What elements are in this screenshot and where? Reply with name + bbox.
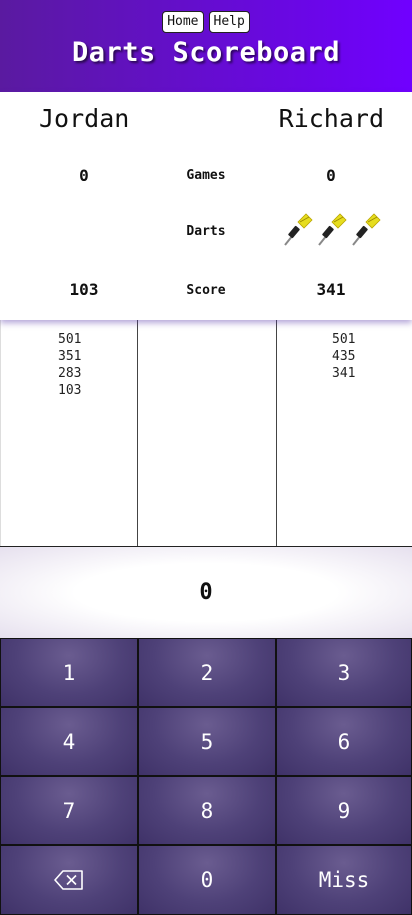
player2-name: Richard: [278, 104, 384, 133]
score-input-display: 0: [0, 546, 412, 638]
dart-icon: [284, 213, 313, 246]
dart-icon: [318, 213, 347, 246]
keypad: 1 2 3 4 5 6 7 8 9 0 Miss: [0, 638, 412, 915]
app-header: Home Help Darts Scoreboard: [0, 0, 412, 92]
dart-icon: [352, 213, 381, 246]
history-item: 283: [58, 366, 82, 381]
key-7[interactable]: 7: [0, 776, 138, 845]
history-item: 501: [58, 332, 82, 347]
key-1[interactable]: 1: [0, 638, 138, 707]
history-item: 435: [332, 349, 356, 364]
help-button[interactable]: Help: [208, 11, 250, 33]
player2-score: 341: [316, 280, 346, 299]
middle-history-column: [138, 320, 277, 546]
key-4[interactable]: 4: [0, 707, 138, 776]
key-6[interactable]: 6: [276, 707, 412, 776]
history-item: 351: [58, 349, 82, 364]
score-panel: Jordan Richard 0 Games 0 Darts 103 Score…: [0, 92, 412, 320]
key-2[interactable]: 2: [138, 638, 276, 707]
player2-history-list: 501 435 341: [332, 331, 355, 382]
player1-history-column: 501 351 283 103: [0, 320, 138, 546]
key-5[interactable]: 5: [138, 707, 276, 776]
home-button[interactable]: Home: [162, 11, 204, 33]
key-3[interactable]: 3: [276, 638, 412, 707]
darts-remaining: [282, 212, 382, 248]
backspace-icon: [54, 870, 83, 890]
history-item: 103: [58, 383, 82, 398]
key-9[interactable]: 9: [276, 776, 412, 845]
page-title: Darts Scoreboard: [71, 37, 341, 68]
nav-bar: Home Help: [162, 11, 250, 33]
history-item: 341: [332, 366, 356, 381]
score-history: 501 351 283 103 501 435 341: [0, 320, 412, 546]
key-0[interactable]: 0: [138, 845, 276, 915]
key-8[interactable]: 8: [138, 776, 276, 845]
player1-history-list: 501 351 283 103: [58, 331, 81, 399]
miss-button[interactable]: Miss: [276, 845, 412, 915]
player2-games: 0: [326, 166, 336, 185]
player2-history-column: 501 435 341: [277, 320, 412, 546]
backspace-button[interactable]: [0, 845, 138, 915]
player1-name: Jordan: [39, 104, 130, 133]
history-item: 501: [332, 332, 356, 347]
